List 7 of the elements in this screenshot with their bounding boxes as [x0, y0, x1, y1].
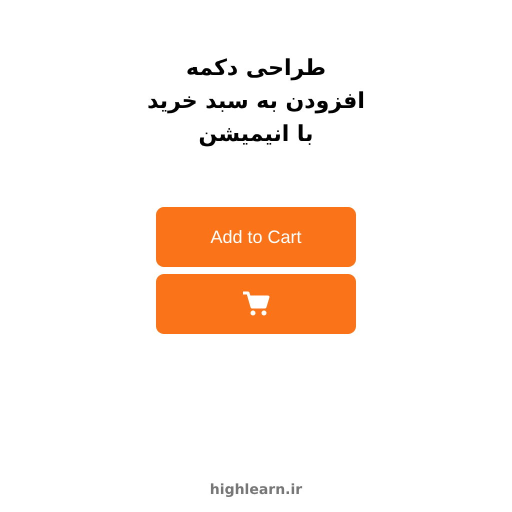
page-title: طراحی دکمه — [186, 55, 326, 83]
cart-button[interactable] — [156, 274, 356, 334]
page-title: افزودن به سبد خرید — [147, 88, 365, 116]
page-title: با انیمیشن — [198, 121, 314, 149]
site-url: highlearn.ir — [210, 482, 302, 498]
add-to-cart-button[interactable]: Add to Cart — [156, 207, 356, 267]
cart-icon — [242, 291, 270, 317]
